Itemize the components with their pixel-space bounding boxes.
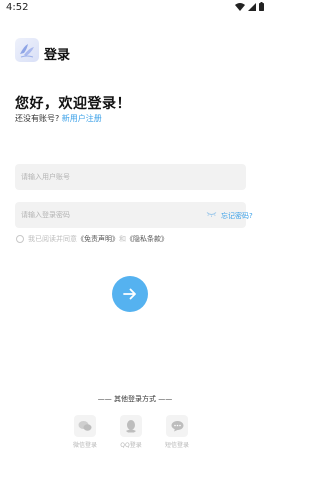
forgot-password-link[interactable]: 忘记密码? — [221, 211, 253, 221]
qq-login-label: QQ登录 — [120, 442, 142, 449]
disclaimer-link[interactable]: 《免责声明》 — [77, 234, 119, 244]
wechat-icon — [74, 415, 96, 437]
agreement-conjunction: 和 — [119, 235, 126, 243]
status-bar: 4:52 — [0, 0, 270, 16]
password-field[interactable]: 忘记密码? — [15, 202, 253, 228]
agreement-row: 我已阅读并同意 《免责声明》 和 《隐私条款》 — [16, 234, 168, 244]
wechat-login-label: 微信登录 — [72, 442, 97, 449]
privacy-link[interactable]: 《隐私条款》 — [126, 234, 168, 244]
no-account-text: 还没有账号? — [15, 114, 60, 123]
password-input[interactable] — [21, 202, 181, 228]
welcome-heading: 您好，欢迎登录！ — [15, 96, 131, 112]
signal-icon — [248, 2, 256, 11]
agreement-checkbox[interactable] — [16, 235, 24, 243]
app-logo-icon — [15, 38, 39, 62]
arrow-right-icon — [123, 288, 136, 300]
sms-login-label: 短信登录 — [164, 442, 189, 449]
other-login-title: —— 其他登录方式 —— — [97, 395, 173, 403]
qq-login-button[interactable]: QQ登录 — [116, 415, 146, 449]
battery-icon — [259, 2, 264, 11]
wifi-icon — [235, 2, 245, 11]
login-submit-button[interactable] — [112, 276, 148, 312]
status-icons — [235, 2, 264, 11]
eye-closed-icon[interactable] — [206, 211, 217, 218]
status-time: 4:52 — [6, 2, 29, 13]
wechat-login-button[interactable]: 微信登录 — [70, 415, 100, 449]
sms-icon — [166, 415, 188, 437]
register-prompt: 还没有账号? 新用户注册 — [15, 113, 102, 124]
register-link[interactable]: 新用户注册 — [62, 114, 102, 123]
page-title: 登录 — [44, 48, 71, 63]
sms-login-button[interactable]: 短信登录 — [162, 415, 192, 449]
agreement-prefix: 我已阅读并同意 — [28, 235, 77, 243]
username-input[interactable] — [21, 164, 181, 190]
username-field[interactable] — [15, 164, 246, 190]
qq-icon — [120, 415, 142, 437]
